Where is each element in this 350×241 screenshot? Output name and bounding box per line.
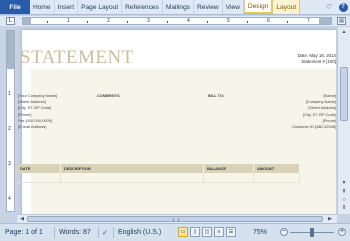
column-header-description: DESCRIPTION — [61, 164, 204, 173]
ruler-number: 3 — [8, 161, 11, 167]
table-cell[interactable] — [254, 173, 300, 183]
tab-stop-selector[interactable]: L — [6, 17, 15, 25]
tab-design[interactable]: Design — [243, 0, 273, 14]
scroll-right-icon[interactable]: ▶ — [326, 215, 334, 223]
tab-insert[interactable]: Insert — [55, 0, 79, 14]
zoom-in-icon[interactable]: + — [338, 228, 346, 236]
tab-file[interactable]: File — [0, 0, 30, 14]
proofing-check-icon[interactable]: ✓ — [102, 229, 108, 237]
ruler-number: 6 — [267, 18, 270, 24]
zoom-out-icon[interactable]: − — [280, 228, 288, 236]
table-cell[interactable] — [204, 173, 254, 183]
ruler-number: 3 — [147, 18, 150, 24]
language-status[interactable]: English (U.S.) — [118, 229, 161, 236]
column-header-amount: AMOUNT — [254, 164, 300, 173]
statement-number: Statement # [100] — [301, 59, 336, 64]
web-layout-icon[interactable]: ◫ — [202, 227, 212, 237]
page-count-status[interactable]: Page: 1 of 1 — [5, 229, 43, 236]
outline-view-icon[interactable]: ≡ — [214, 227, 224, 237]
tab-mailings[interactable]: Mailings — [163, 0, 195, 14]
full-screen-reading-icon[interactable]: ▯ — [190, 227, 200, 237]
table-cell[interactable] — [17, 173, 61, 183]
word-count-status[interactable]: Words: 87 — [59, 229, 91, 236]
ruler-number: 7 — [307, 18, 310, 24]
vertical-scroll-thumb[interactable] — [340, 67, 348, 121]
zoom-level-button[interactable]: 75% — [253, 229, 267, 236]
tab-review[interactable]: Review — [194, 0, 223, 14]
billto-customer-id: Customer ID [ABC12345] — [292, 124, 336, 130]
ruler-number: 2 — [8, 126, 11, 132]
table-cell[interactable] — [61, 173, 204, 183]
view-ruler-toggle-icon[interactable]: ▤ — [337, 17, 346, 25]
horizontal-scroll-thumb[interactable] — [27, 216, 323, 222]
draft-view-icon[interactable]: ☰ — [226, 227, 236, 237]
vertical-scrollbar[interactable]: ▲ ▼ ⇞ ○ ⇟ — [337, 27, 350, 214]
tab-page-layout[interactable]: Page Layout — [78, 0, 123, 14]
tab-layout[interactable]: Layout — [272, 0, 301, 14]
ribbon-tab-bar: File Home Insert Page Layout References … — [0, 0, 350, 15]
comments-label: COMMENTS — [97, 93, 120, 98]
table-header-row: DATE DESCRIPTION BALANCE AMOUNT — [17, 164, 300, 173]
scroll-up-icon[interactable]: ▲ — [339, 28, 349, 36]
heart-icon[interactable]: ♡ — [322, 0, 336, 14]
ruler-number: 1 — [8, 91, 11, 97]
tab-view[interactable]: View — [223, 0, 244, 14]
tab-home[interactable]: Home — [30, 0, 55, 14]
status-bar: Page: 1 of 1 Words: 87 ✓ English (U.S.) … — [0, 223, 350, 241]
ruler-number: 1 — [67, 18, 70, 24]
ruler-number: 4 — [8, 196, 11, 202]
next-page-icon[interactable]: ⇟ — [339, 204, 349, 212]
billto-address-block[interactable]: [Name] [Company Name] [Street Address] [… — [292, 93, 336, 130]
statement-meta[interactable]: Date: May 16, 2014 Statement # [100] — [298, 53, 336, 65]
vertical-ruler[interactable]: 1 2 3 4 — [6, 30, 15, 212]
tab-references[interactable]: References — [122, 0, 163, 14]
horizontal-scrollbar[interactable]: ◀ ▶ — [17, 214, 337, 223]
ruler-number: 5 — [227, 18, 230, 24]
column-header-balance: BALANCE — [204, 164, 254, 173]
word-window: File Home Insert Page Layout References … — [0, 0, 350, 241]
sender-address-block[interactable]: [Your Company Name] [Street Address] [Ci… — [18, 93, 57, 130]
print-layout-icon[interactable]: ▭ — [178, 227, 188, 237]
ruler-number: 2 — [107, 18, 110, 24]
table-row[interactable] — [17, 173, 300, 183]
scroll-down-icon[interactable]: ▼ — [339, 179, 349, 187]
billto-label: BILL TO: — [208, 93, 225, 98]
ruler-bar: L 1 2 3 4 5 6 7 ▤ — [0, 16, 350, 26]
column-header-date: DATE — [17, 164, 61, 173]
statement-background — [31, 69, 336, 214]
statement-table[interactable]: DATE DESCRIPTION BALANCE AMOUNT — [17, 164, 300, 183]
ruler-number: 4 — [187, 18, 190, 24]
zoom-slider-thumb[interactable] — [310, 228, 314, 237]
statement-title[interactable]: STATEMENT — [20, 47, 134, 69]
scroll-left-icon[interactable]: ◀ — [18, 215, 26, 223]
browse-object-icon[interactable]: ○ — [339, 196, 349, 204]
previous-page-icon[interactable]: ⇞ — [339, 188, 349, 196]
sender-email: [E-mail Address] — [18, 124, 47, 130]
help-icon[interactable]: ? — [336, 0, 350, 14]
horizontal-ruler[interactable]: 1 2 3 4 5 6 7 — [22, 17, 332, 25]
